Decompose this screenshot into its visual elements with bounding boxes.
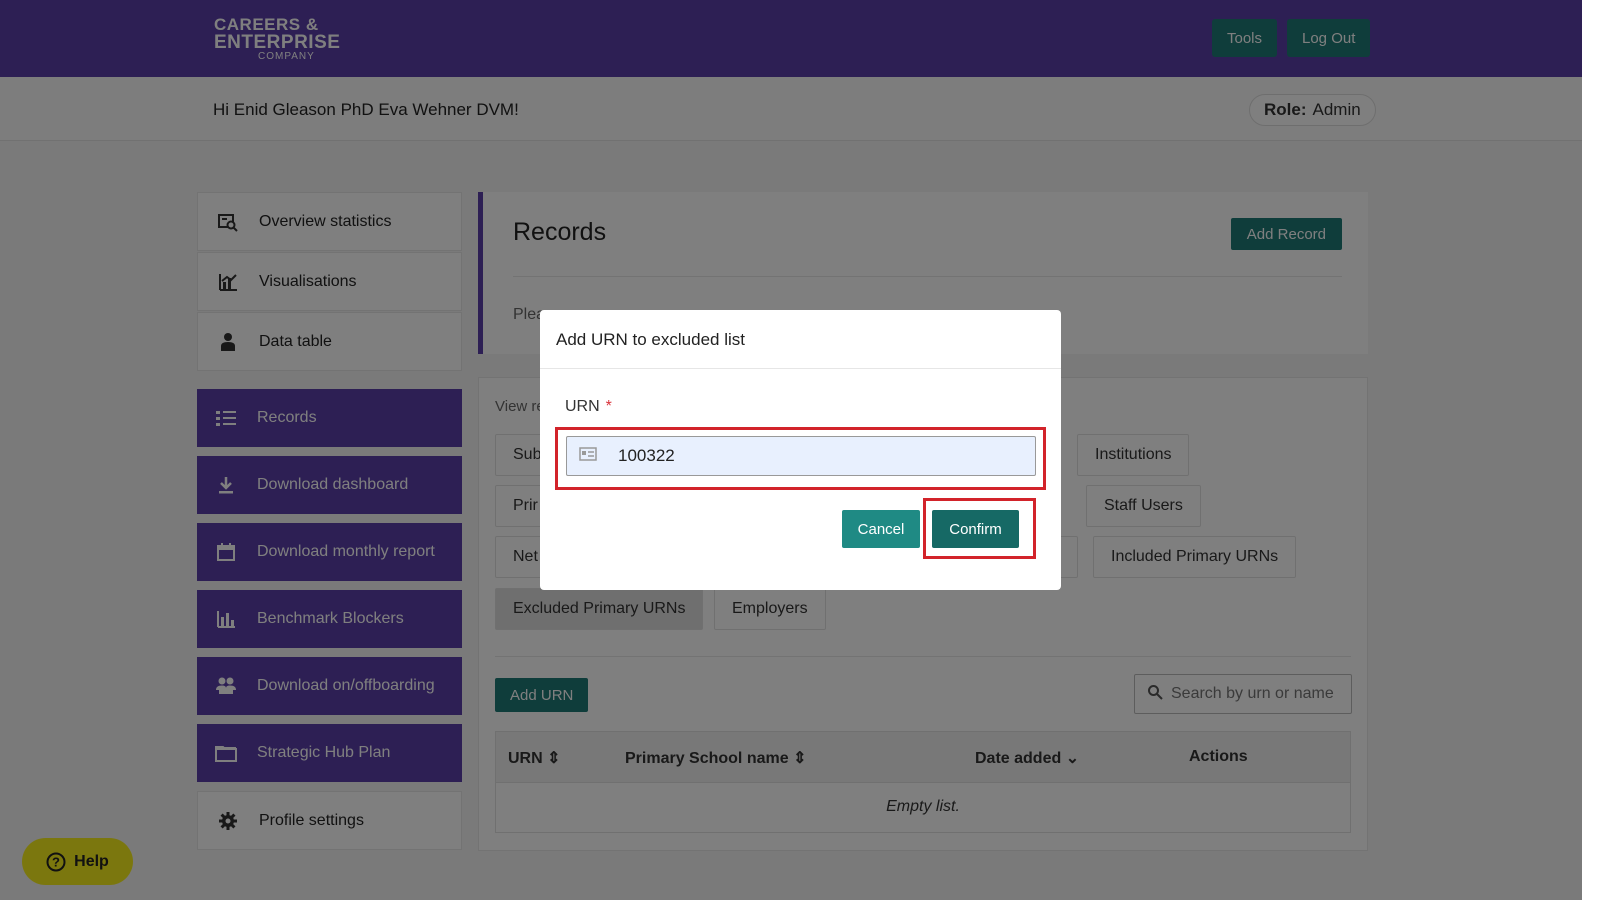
urn-field-label: URN * bbox=[565, 398, 612, 416]
add-urn-dialog: Add URN to excluded list URN* Cancel Con… bbox=[540, 310, 1061, 590]
divider bbox=[540, 368, 1061, 369]
scrollbar-track[interactable] bbox=[1582, 0, 1600, 900]
cancel-button[interactable]: Cancel bbox=[842, 510, 920, 548]
highlight-box-urn bbox=[555, 427, 1046, 490]
highlight-box-confirm bbox=[923, 498, 1036, 559]
required-asterisk: * bbox=[605, 398, 612, 415]
dialog-title: Add URN to excluded list bbox=[556, 330, 745, 349]
field-label-text: URN bbox=[565, 398, 600, 415]
